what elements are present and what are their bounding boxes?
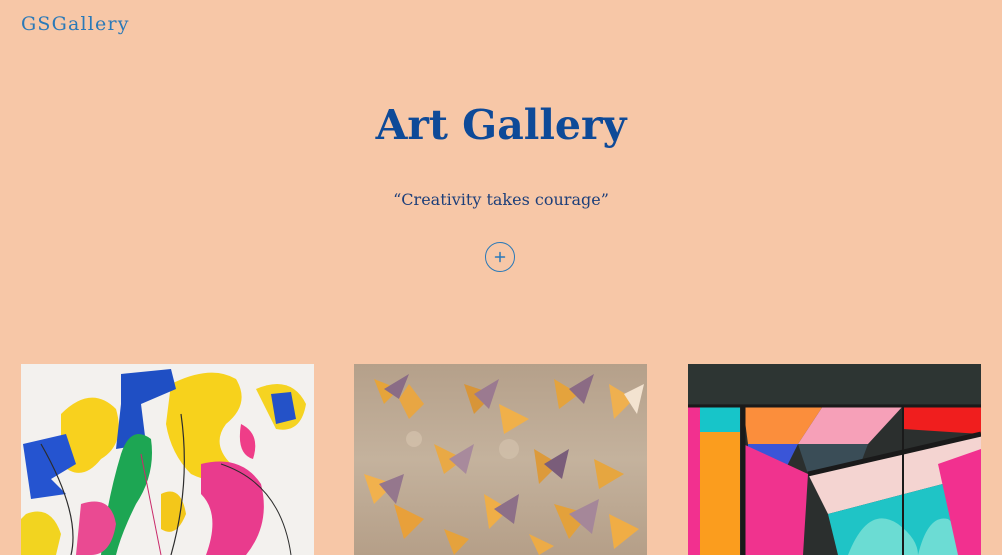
gallery-item-geometric-mural[interactable] — [688, 364, 981, 555]
paper-birds-image — [354, 364, 647, 555]
hero-quote: “Creativity takes courage” — [393, 190, 609, 209]
gallery-item-paper-birds[interactable] — [354, 364, 647, 555]
page-title: Art Gallery — [375, 101, 627, 149]
geometric-mural-image — [688, 364, 981, 555]
gallery-item-abstract-paint[interactable] — [21, 364, 314, 555]
abstract-paint-image — [21, 364, 314, 555]
brand-logo-link[interactable]: GSGallery — [21, 13, 130, 35]
add-button[interactable] — [485, 242, 515, 272]
plus-icon — [494, 251, 506, 263]
